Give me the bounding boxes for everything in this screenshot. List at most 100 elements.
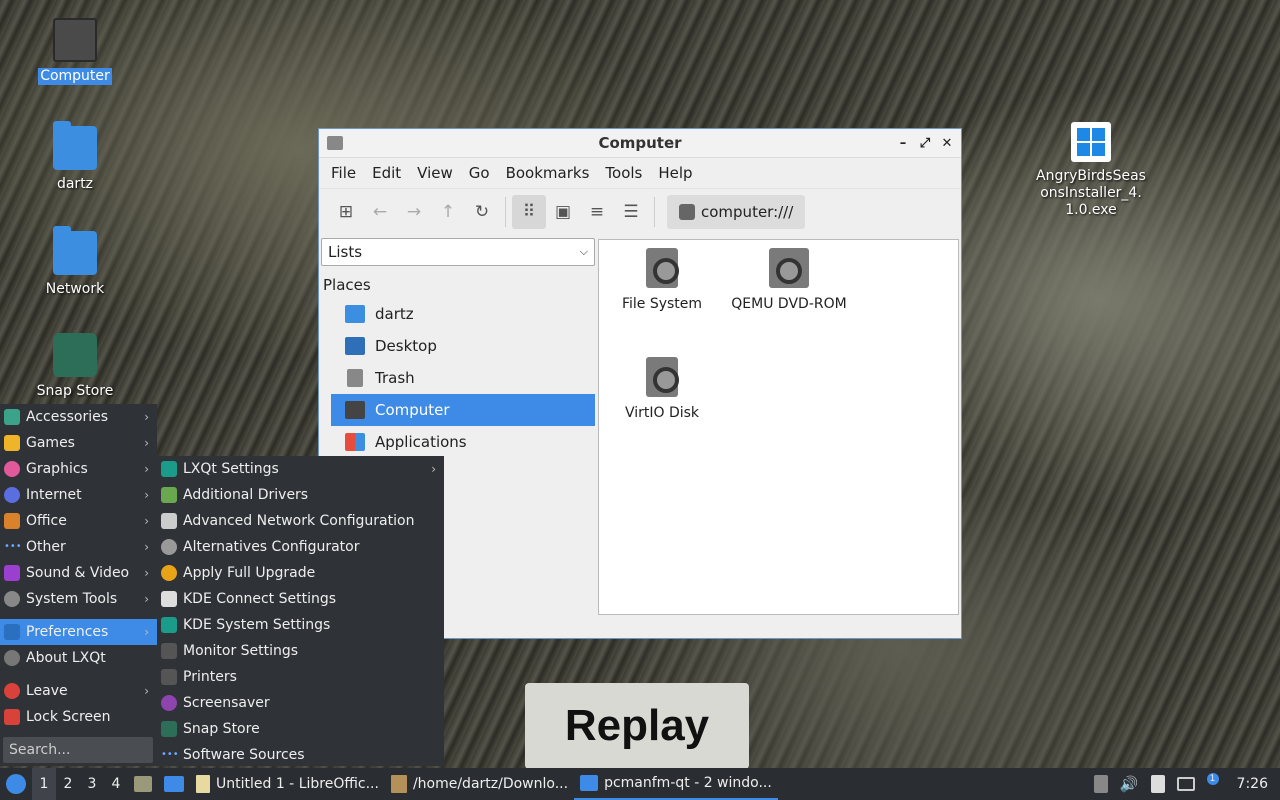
desktop-icon-dartz[interactable]: dartz	[20, 121, 130, 193]
internet-icon	[4, 487, 20, 503]
menu-search-input[interactable]: Search...	[3, 737, 153, 763]
file-view: File System QEMU DVD-ROM VirtIO Disk	[598, 239, 959, 615]
forward-arrow-icon[interactable]: →	[397, 195, 431, 229]
submenu-item-lxqt-settings[interactable]: LXQt Settings ›	[157, 456, 444, 482]
submenu-item-additional-drivers[interactable]: Additional Drivers	[157, 482, 444, 508]
network-status-icon[interactable]	[1176, 777, 1195, 791]
desktop-icon-label: Snap Store	[36, 383, 114, 399]
menu-item-about-lxqt[interactable]: About LXQt	[0, 645, 157, 671]
menu-item-label: About LXQt	[26, 650, 106, 666]
menu-item-label: Printers	[183, 669, 237, 685]
menu-item-graphics[interactable]: Graphics ›	[0, 456, 157, 482]
file-item-file-system[interactable]: File System	[597, 248, 727, 312]
places-item-computer[interactable]: Computer	[331, 394, 595, 426]
desktop-icon	[345, 337, 365, 355]
task-pcmanfm-qt[interactable]: pcmanfm-qt - 2 windo...	[574, 768, 778, 800]
submenu-item-printers[interactable]: Printers	[157, 664, 444, 690]
thumbnail-view-icon[interactable]: ▣	[546, 195, 580, 229]
folder-icon	[580, 775, 599, 791]
close-button[interactable]: ✕	[939, 133, 955, 153]
submenu-item-kde-connect-settings[interactable]: KDE Connect Settings	[157, 586, 444, 612]
clock[interactable]: 7:26	[1237, 776, 1268, 792]
menu-item-games[interactable]: Games ›	[0, 430, 157, 456]
desktop-icon-label: dartz	[56, 176, 94, 192]
submenu-item-apply-full-upgrade[interactable]: Apply Full Upgrade	[157, 560, 444, 586]
menu-go[interactable]: Go	[461, 164, 498, 182]
menu-item-office[interactable]: Office ›	[0, 508, 157, 534]
menu-view[interactable]: View	[409, 164, 461, 182]
task-label: pcmanfm-qt - 2 windo...	[604, 775, 772, 791]
clipboard-icon[interactable]	[1150, 775, 1165, 793]
chevron-right-icon: ›	[144, 684, 149, 698]
side-pane-mode-select[interactable]: Lists ⌵	[321, 238, 595, 266]
preferences-submenu: LXQt Settings › Additional Drivers Advanc…	[157, 456, 444, 766]
new-tab-icon[interactable]: ⊞	[329, 195, 363, 229]
workspace-4[interactable]: 4	[104, 768, 128, 800]
notification-icon[interactable]: 1	[1206, 773, 1225, 793]
menu-item-system-tools[interactable]: System Tools ›	[0, 586, 157, 612]
menu-item-internet[interactable]: Internet ›	[0, 482, 157, 508]
path-button[interactable]: computer:///	[667, 194, 806, 229]
places-heading: Places	[323, 276, 371, 294]
games-icon	[4, 435, 20, 451]
places-item-desktop[interactable]: Desktop	[331, 330, 595, 362]
places-item-dartz[interactable]: dartz	[331, 298, 595, 330]
menu-item-sound-video[interactable]: Sound & Video ›	[0, 560, 157, 586]
printer-icon	[161, 669, 177, 685]
menu-item-leave[interactable]: Leave ›	[0, 678, 157, 704]
task-downloads-folder[interactable]: /home/dartz/Downlo...	[385, 768, 574, 800]
menu-help[interactable]: Help	[650, 164, 700, 182]
window-titlebar[interactable]: Computer – ⤢ ✕	[319, 129, 961, 158]
places-item-label: Desktop	[375, 337, 437, 355]
maximize-button[interactable]: ⤢	[917, 133, 933, 153]
workspace-2[interactable]: 2	[56, 768, 80, 800]
back-arrow-icon[interactable]: ←	[363, 195, 397, 229]
submenu-item-kde-system-settings[interactable]: KDE System Settings	[157, 612, 444, 638]
file-item-qemu-dvd-rom[interactable]: QEMU DVD-ROM	[724, 248, 854, 312]
removable-media-icon[interactable]	[1093, 775, 1108, 793]
up-arrow-icon[interactable]: ↑	[431, 195, 465, 229]
file-item-virtio-disk[interactable]: VirtIO Disk	[597, 357, 727, 421]
detailed-list-view-icon[interactable]: ☰	[614, 195, 648, 229]
reload-icon[interactable]: ↻	[465, 195, 499, 229]
submenu-item-snap-store[interactable]: Snap Store	[157, 716, 444, 742]
submenu-item-advanced-network-configuration[interactable]: Advanced Network Configuration	[157, 508, 444, 534]
menu-file[interactable]: File	[323, 164, 364, 182]
menu-item-preferences[interactable]: Preferences ›	[0, 619, 157, 645]
menu-item-label: Sound & Video	[26, 565, 130, 581]
graphics-icon	[4, 461, 20, 477]
menu-tools[interactable]: Tools	[597, 164, 650, 182]
menu-spacer	[0, 612, 157, 619]
volume-icon[interactable]: 🔊	[1120, 775, 1139, 793]
places-item-applications[interactable]: Applications	[331, 426, 595, 458]
desktop-icon-network[interactable]: Network	[20, 226, 130, 298]
menu-item-lock-screen[interactable]: Lock Screen	[0, 704, 157, 730]
desktop-icon-angrybirds-installer[interactable]: AngryBirdsSeasonsInstaller_4.1.0.exe	[1036, 122, 1146, 219]
workspace-1[interactable]: 1	[32, 768, 56, 800]
submenu-item-software-sources[interactable]: ••• Software Sources	[157, 742, 444, 768]
desktop-icon-computer[interactable]: Computer	[20, 18, 130, 85]
submenu-item-alternatives-configurator[interactable]: Alternatives Configurator	[157, 534, 444, 560]
task-libreoffice[interactable]: Untitled 1 - LibreOffic...	[190, 768, 385, 800]
menu-item-label: Games	[26, 435, 75, 451]
quicklaunch-files[interactable]	[128, 768, 158, 800]
hard-disk-icon	[646, 357, 679, 397]
power-icon	[4, 683, 20, 699]
menu-edit[interactable]: Edit	[364, 164, 409, 182]
menu-item-label: Snap Store	[183, 721, 260, 737]
places-item-trash[interactable]: Trash	[331, 362, 595, 394]
menu-bookmarks[interactable]: Bookmarks	[498, 164, 598, 182]
icon-view-icon[interactable]: ⠿	[512, 194, 546, 229]
side-pane-mode-value: Lists	[328, 243, 363, 261]
start-menu-button[interactable]	[0, 768, 32, 800]
menu-item-accessories[interactable]: Accessories ›	[0, 404, 157, 430]
desktop-icon-snap-store[interactable]: Snap Store	[20, 333, 130, 400]
submenu-item-screensaver[interactable]: Screensaver	[157, 690, 444, 716]
quicklaunch-desktop[interactable]	[158, 768, 190, 800]
workspace-3[interactable]: 3	[80, 768, 104, 800]
submenu-item-monitor-settings[interactable]: Monitor Settings	[157, 638, 444, 664]
minimize-button[interactable]: –	[895, 133, 911, 153]
compact-view-icon[interactable]: ≡	[580, 195, 614, 229]
chevron-right-icon: ›	[144, 592, 149, 606]
menu-item-other[interactable]: ••• Other ›	[0, 534, 157, 560]
